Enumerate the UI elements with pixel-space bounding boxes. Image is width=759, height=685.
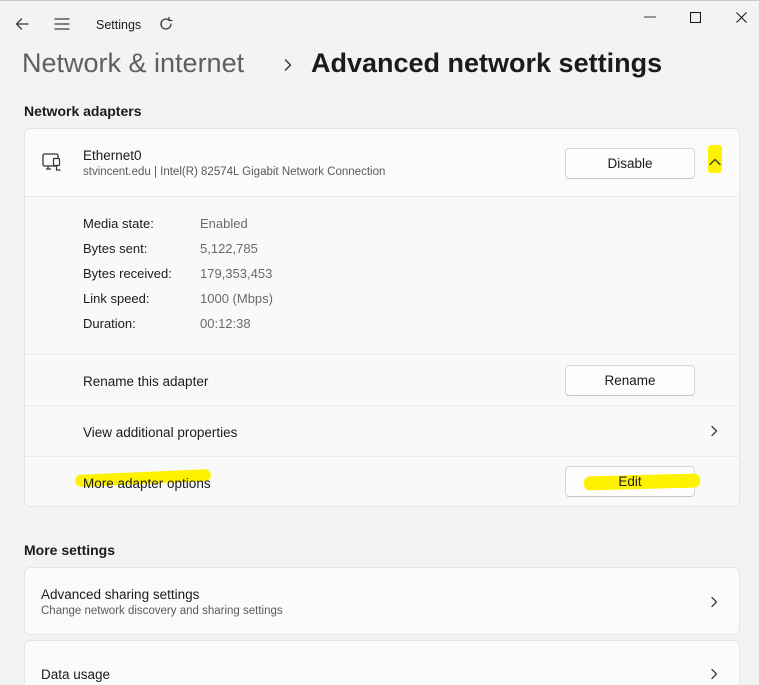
divider [25, 196, 739, 197]
back-arrow-icon[interactable] [12, 14, 32, 34]
window-top-border [0, 0, 759, 1]
data-usage-card[interactable] [24, 640, 740, 685]
rename-adapter-label: Rename this adapter [83, 374, 209, 389]
detail-value: 5,122,785 [200, 241, 258, 256]
divider [25, 456, 739, 457]
detail-value: Enabled [200, 216, 248, 231]
advanced-sharing-title: Advanced sharing settings [41, 587, 200, 602]
maximize-icon[interactable] [686, 8, 704, 26]
chevron-right-icon [706, 423, 722, 439]
ethernet-icon [40, 150, 64, 174]
refresh-icon[interactable] [156, 14, 176, 34]
edit-button-label: Edit [618, 474, 642, 489]
more-adapter-options-label: More adapter options [83, 476, 211, 491]
view-properties-label: View additional properties [83, 425, 238, 440]
breadcrumb-chevron-icon [280, 53, 296, 77]
close-icon[interactable] [732, 8, 750, 26]
adapter-description: stvincent.edu | Intel(R) 82574L Gigabit … [83, 166, 386, 178]
detail-value: 00:12:38 [200, 316, 251, 331]
rename-button[interactable]: Rename [565, 365, 695, 396]
detail-value: 179,353,453 [200, 266, 273, 281]
edit-button[interactable]: Edit [565, 466, 701, 497]
detail-key: Bytes sent: [83, 241, 148, 256]
data-usage-title: Data usage [41, 667, 111, 682]
chevron-right-icon [706, 666, 722, 682]
app-title: Settings [96, 18, 142, 32]
chevron-up-icon[interactable] [706, 154, 724, 170]
highlight-mark [583, 473, 701, 491]
detail-key: Media state: [83, 216, 154, 231]
detail-key: Duration: [83, 316, 136, 331]
hamburger-menu-icon[interactable] [52, 14, 72, 34]
detail-key: Bytes received: [83, 266, 172, 281]
more-settings-heading: More settings [24, 542, 116, 558]
detail-value: 1000 (Mbps) [200, 291, 273, 306]
chevron-right-icon [706, 594, 722, 610]
detail-key: Link speed: [83, 291, 150, 306]
network-adapters-heading: Network adapters [24, 103, 142, 119]
page-title: Advanced network settings [311, 48, 663, 78]
divider [25, 354, 739, 355]
advanced-sharing-subtitle: Change network discovery and sharing set… [41, 605, 283, 617]
disable-button[interactable]: Disable [565, 148, 695, 179]
minimize-icon[interactable] [640, 10, 660, 24]
breadcrumb-parent[interactable]: Network & internet [22, 48, 244, 79]
adapter-name: Ethernet0 [83, 148, 142, 163]
